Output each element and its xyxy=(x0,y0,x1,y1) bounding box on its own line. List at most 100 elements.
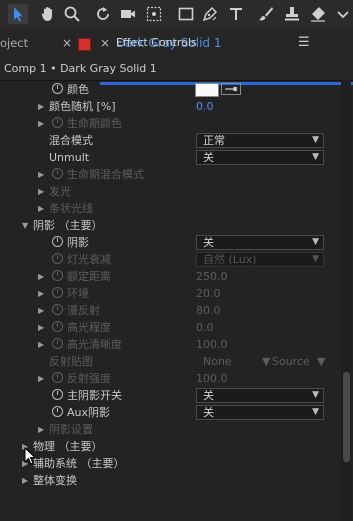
expand-arrow-icon[interactable]: ▶ xyxy=(38,183,44,200)
property-row-light-falloff: 灯光衰减 自然 (Lux) ▼ xyxy=(0,251,340,268)
expand-arrow-icon[interactable]: ▶ xyxy=(38,336,44,353)
eyedropper-icon[interactable] xyxy=(221,83,241,95)
property-label: 额定距离 xyxy=(67,270,111,283)
expand-arrow-icon[interactable]: ▶ xyxy=(38,319,44,336)
stopwatch-icon[interactable] xyxy=(52,406,63,417)
property-label: 颜色 xyxy=(67,83,89,96)
chevron-down-icon: ▼ xyxy=(312,152,319,162)
unmult-dropdown[interactable]: 关 ▼ xyxy=(196,150,324,165)
property-label: 灯光衰减 xyxy=(67,253,111,266)
stopwatch-icon[interactable] xyxy=(52,287,63,298)
property-value[interactable]: 250.0 xyxy=(196,268,228,285)
stopwatch-icon[interactable] xyxy=(52,83,63,94)
clone-stamp-tool-icon[interactable] xyxy=(282,4,302,24)
stopwatch-icon[interactable] xyxy=(52,304,63,315)
expand-arrow-icon[interactable]: ▶ xyxy=(38,166,44,183)
expand-arrow-icon[interactable]: ▶ xyxy=(38,200,44,217)
property-value[interactable]: 80.0 xyxy=(196,302,221,319)
stopwatch-icon[interactable] xyxy=(52,338,63,349)
expand-arrow-icon[interactable]: ▶ xyxy=(38,98,44,115)
property-label: 颜色随机 [%] xyxy=(49,100,116,113)
zoom-tool-icon[interactable] xyxy=(62,4,82,24)
stopwatch-icon[interactable] xyxy=(52,168,63,179)
expand-arrow-icon[interactable]: ▶ xyxy=(38,370,44,387)
light-falloff-dropdown[interactable]: 自然 (Lux) ▼ xyxy=(196,252,324,267)
property-group-aux-system[interactable]: ▶ 辅助系统 （主要） xyxy=(0,455,340,472)
stopwatch-icon[interactable] xyxy=(52,270,63,281)
property-label: 生命期混合模式 xyxy=(67,168,144,181)
stopwatch-icon[interactable] xyxy=(52,236,63,247)
property-row-life-color: ▶ 生命期颜色 xyxy=(0,115,340,132)
stopwatch-icon[interactable] xyxy=(52,321,63,332)
reflection-source-select[interactable]: Source xyxy=(272,353,310,370)
property-group-physics[interactable]: ▶ 物理 （主要） xyxy=(0,438,340,455)
property-value[interactable]: 0.0 xyxy=(196,98,214,115)
property-row-unmult: Unmult 关 ▼ xyxy=(0,149,340,166)
blend-mode-dropdown[interactable]: 正常 ▼ xyxy=(196,133,324,148)
hand-tool-icon[interactable] xyxy=(38,4,58,24)
property-value[interactable]: 0.0 xyxy=(196,319,214,336)
pen-tool-icon[interactable] xyxy=(200,4,220,24)
toolbar-overflow-icon[interactable] xyxy=(333,5,353,25)
panel-menu-icon[interactable]: ☰ xyxy=(298,28,310,58)
shadow-dropdown[interactable]: 关 ▼ xyxy=(196,235,324,250)
stopwatch-icon[interactable] xyxy=(52,389,63,400)
expand-arrow-icon[interactable]: ▶ xyxy=(38,421,44,438)
property-group-glow[interactable]: ▶ 发光 xyxy=(0,183,340,200)
property-label: 环境 xyxy=(67,287,89,300)
stopwatch-icon[interactable] xyxy=(52,253,63,264)
expand-arrow-icon[interactable]: ▶ xyxy=(22,472,28,489)
master-shadow-dropdown[interactable]: 关 ▼ xyxy=(196,388,324,403)
close-project-tab-icon[interactable]: × xyxy=(62,28,72,58)
close-effect-controls-tab-icon[interactable]: × xyxy=(100,28,110,58)
property-value[interactable]: 20.0 xyxy=(196,285,221,302)
chevron-down-icon: ▼ xyxy=(312,237,319,247)
color-swatch[interactable] xyxy=(195,83,219,97)
breadcrumb: Comp 1 • Dark Gray Solid 1 xyxy=(0,58,353,81)
expand-arrow-icon[interactable]: ▶ xyxy=(38,268,44,285)
property-row-reflection-strength: ▶ 反射强度 100.0 xyxy=(0,370,340,387)
selection-tool-icon[interactable] xyxy=(8,4,28,24)
property-label: 阴影 （主要） xyxy=(33,219,103,232)
stopwatch-icon[interactable] xyxy=(52,117,63,128)
dropdown-value: 关 xyxy=(203,406,214,419)
type-tool-icon[interactable] xyxy=(226,4,246,24)
property-group-shadow[interactable]: ▼ 阴影 （主要） xyxy=(0,217,340,234)
property-row-color-random: ▶ 颜色随机 [%] 0.0 xyxy=(0,98,340,115)
property-row-diffuse: ▶ 漫反射 80.0 xyxy=(0,302,340,319)
aux-shadow-dropdown[interactable]: 关 ▼ xyxy=(196,405,324,420)
property-row-master-shadow-switch: 主阴影开关 关 ▼ xyxy=(0,387,340,404)
property-label: 阴影 xyxy=(67,236,89,249)
brush-tool-icon[interactable] xyxy=(256,4,276,24)
property-group-global-transform[interactable]: ▶ 整体变换 xyxy=(0,472,340,489)
reflection-layer-select[interactable]: None xyxy=(203,353,232,370)
scrollbar-thumb[interactable] xyxy=(343,372,350,462)
property-row-shininess: ▶ 高光清晰度 100.0 xyxy=(0,336,340,353)
collapse-arrow-icon[interactable]: ▼ xyxy=(22,217,28,234)
chevron-down-icon: ▼ xyxy=(317,355,326,368)
tab-project[interactable]: oject xyxy=(0,28,28,58)
dropdown-value: 关 xyxy=(203,151,214,164)
property-row-ambient: ▶ 环境 20.0 xyxy=(0,285,340,302)
panel-tab-bar: oject × × Effect Controls Dark Gray Soli… xyxy=(0,28,353,85)
expand-arrow-icon[interactable]: ▶ xyxy=(38,285,44,302)
property-value[interactable]: 100.0 xyxy=(196,370,228,387)
expand-arrow-icon[interactable]: ▶ xyxy=(38,115,44,132)
property-label: Unmult xyxy=(49,151,90,164)
property-group-shadow-settings[interactable]: ▶ 阴影设置 xyxy=(0,421,340,438)
rotation-tool-icon[interactable] xyxy=(93,4,113,24)
eraser-tool-icon[interactable] xyxy=(308,4,328,24)
property-value[interactable]: 100.0 xyxy=(196,336,228,353)
property-label: 漫反射 xyxy=(67,304,100,317)
stopwatch-icon[interactable] xyxy=(52,372,63,383)
mouse-cursor-icon xyxy=(24,447,36,465)
rectangle-tool-icon[interactable] xyxy=(176,4,196,24)
camera-tool-icon[interactable] xyxy=(118,4,138,24)
tab-effect-controls[interactable]: Effect Controls Dark Gray Solid 1 xyxy=(116,28,222,58)
property-label: 条状光线 xyxy=(49,202,93,215)
pan-behind-tool-icon[interactable] xyxy=(144,4,164,24)
property-row-life-blend-mode: ▶ 生命期混合模式 xyxy=(0,166,340,183)
property-group-streaklet[interactable]: ▶ 条状光线 xyxy=(0,200,340,217)
expand-arrow-icon[interactable]: ▶ xyxy=(38,302,44,319)
layer-color-swatch xyxy=(78,38,91,51)
